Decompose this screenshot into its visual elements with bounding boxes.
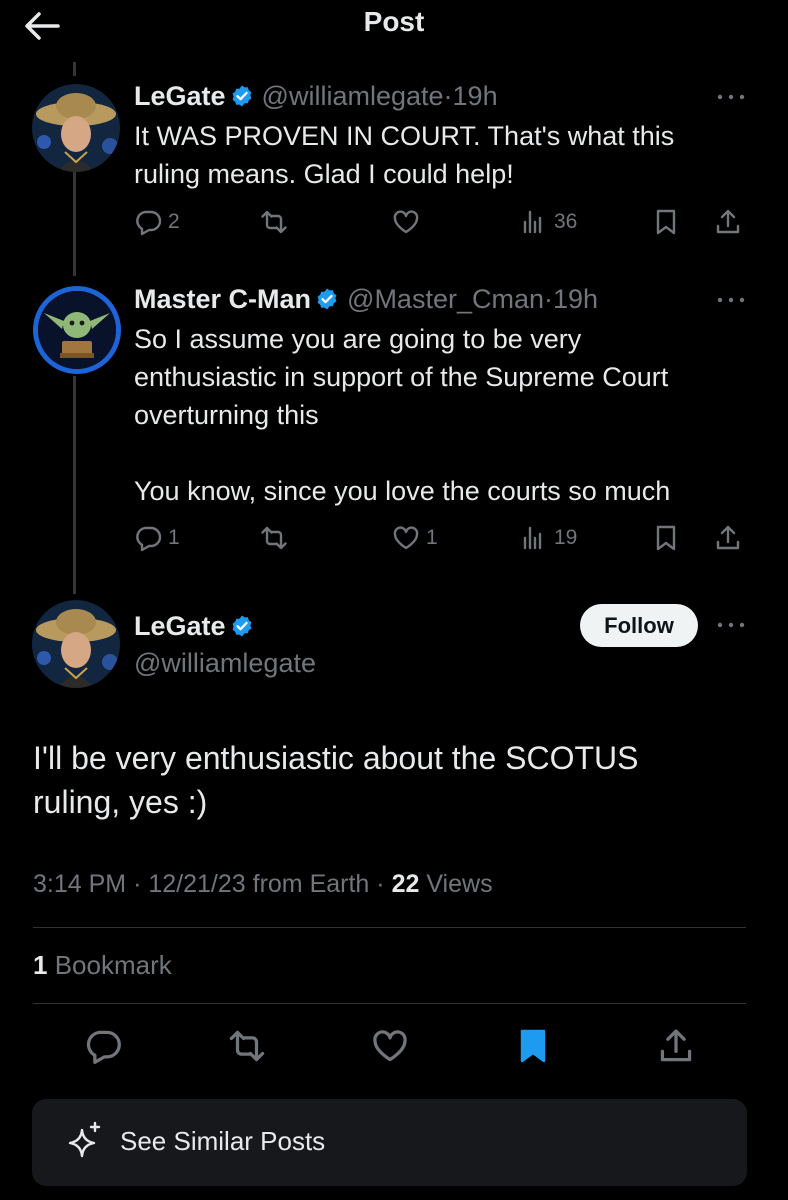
bookmark-stats[interactable]: 1 Bookmark (33, 950, 172, 981)
tweet-header: Master C-Man @Master_Cman·19h (134, 283, 598, 315)
thread-line (73, 62, 76, 76)
reply-icon (134, 208, 162, 236)
reply-count: 2 (168, 210, 180, 233)
like-button[interactable] (392, 208, 426, 236)
avatar-legate[interactable] (32, 84, 120, 172)
avatar-legate[interactable] (32, 600, 120, 688)
author-handle[interactable]: @williamlegate (134, 647, 316, 679)
like-count: 1 (426, 526, 438, 549)
share-icon (714, 524, 742, 552)
back-arrow-icon[interactable] (22, 6, 62, 46)
main-author: LeGate (134, 610, 262, 642)
more-icon[interactable] (716, 92, 746, 102)
repost-button[interactable] (260, 208, 294, 236)
tweet-time[interactable]: 19h (553, 284, 598, 314)
tweet-text: It WAS PROVEN IN COURT. That's what this… (134, 121, 675, 189)
author-handle[interactable]: @Master_Cman (347, 284, 544, 314)
see-similar-posts-label: See Similar Posts (120, 1126, 326, 1156)
more-icon[interactable] (716, 295, 746, 305)
share-button[interactable] (714, 524, 742, 552)
reply-button[interactable]: 1 (134, 524, 180, 552)
bookmark-button[interactable] (652, 208, 680, 236)
repost-icon (260, 524, 288, 552)
bookmark-label: Bookmark (54, 950, 172, 980)
like-icon[interactable] (371, 1027, 409, 1065)
post-date: 12/21/23 (148, 870, 246, 898)
bookmark-icon[interactable] (514, 1027, 552, 1065)
share-icon (714, 208, 742, 236)
verified-badge-icon (230, 614, 254, 638)
like-icon (392, 208, 420, 236)
tweet-text: So I assume you are going to be very ent… (134, 324, 671, 506)
verified-badge-icon (315, 287, 339, 311)
author-handle[interactable]: @williamlegate (262, 81, 444, 111)
reply-icon[interactable] (84, 1027, 122, 1065)
divider (33, 927, 746, 928)
separator: · (376, 870, 385, 898)
verified-badge-icon (230, 84, 254, 108)
views-icon (520, 208, 548, 236)
bookmark-icon (652, 208, 680, 236)
main-tweet-text: I'll be very enthusiastic about the SCOT… (33, 740, 639, 820)
avatar-master-cman[interactable] (33, 286, 121, 374)
thread-line (73, 172, 76, 276)
separator: · (133, 870, 142, 898)
like-button[interactable]: 1 (392, 524, 438, 552)
views-button[interactable]: 19 (520, 524, 577, 552)
repost-icon (260, 208, 288, 236)
author-name[interactable]: LeGate (134, 611, 226, 641)
bookmark-icon (652, 524, 680, 552)
sparkle-icon (62, 1120, 106, 1164)
tweet-time[interactable]: 19h (453, 81, 498, 111)
reply-button[interactable]: 2 (134, 208, 180, 236)
share-button[interactable] (714, 208, 742, 236)
views-count: 22 (391, 870, 420, 898)
views-count: 19 (554, 526, 578, 549)
post-time: 3:14 PM (33, 870, 127, 898)
author-name[interactable]: LeGate (134, 81, 226, 111)
more-icon[interactable] (716, 620, 746, 630)
tweet-header: LeGate @williamlegate·19h (134, 80, 498, 112)
follow-button[interactable]: Follow (580, 604, 698, 647)
share-icon[interactable] (657, 1027, 695, 1065)
reply-count: 1 (168, 526, 180, 549)
author-name[interactable]: Master C-Man (134, 284, 311, 314)
repost-button[interactable] (260, 524, 294, 552)
separator: · (443, 81, 453, 111)
views-label: Views (426, 870, 493, 898)
bookmark-count: 1 (33, 950, 48, 980)
like-icon (392, 524, 420, 552)
reply-icon (134, 524, 162, 552)
views-icon (520, 524, 548, 552)
post-source: from Earth (252, 870, 370, 898)
divider (33, 1003, 746, 1004)
thread-line (73, 376, 76, 594)
views-button[interactable]: 36 (520, 208, 577, 236)
tweet-meta: 3:14 PM · 12/21/23 from Earth · 22 Views (33, 870, 493, 899)
repost-icon[interactable] (228, 1027, 266, 1065)
page-title: Post (363, 6, 425, 37)
views-count: 36 (554, 210, 578, 233)
separator: · (544, 284, 553, 314)
bookmark-button[interactable] (652, 524, 680, 552)
